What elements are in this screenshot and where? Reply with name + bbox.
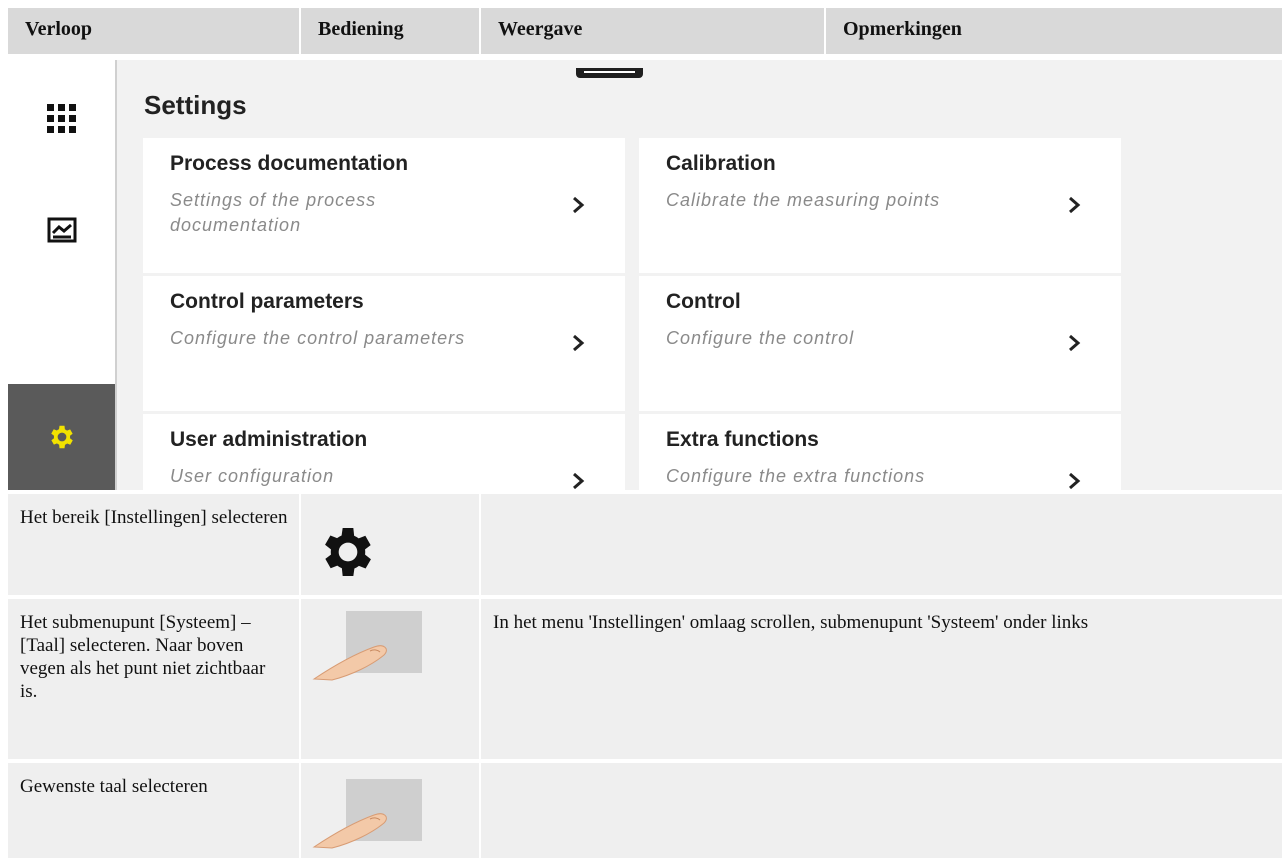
- sidebar-item-apps[interactable]: [8, 88, 115, 150]
- header-verloop: Verloop: [8, 8, 299, 54]
- card-description: Calibrate the measuring points: [666, 190, 941, 210]
- gear-icon: [325, 528, 371, 576]
- sidebar-item-settings[interactable]: [8, 384, 115, 490]
- remark-cell: In het menu 'Instellingen' omlaag scroll…: [481, 599, 1282, 759]
- chevron-right-icon: [573, 196, 585, 214]
- step-select-settings: Het bereik [Instellingen] selecteren: [8, 494, 299, 595]
- chevron-right-icon: [573, 334, 585, 352]
- device-sidebar: [8, 60, 117, 490]
- card-description: Configure the control: [666, 328, 855, 348]
- chevron-right-icon: [573, 472, 585, 490]
- card-user-administration[interactable]: User administration User configuration: [143, 414, 625, 490]
- operation-cell: [301, 599, 479, 759]
- remark-cell: [481, 763, 1282, 858]
- card-description: Settings of the process documentation: [170, 190, 377, 235]
- sidebar-item-chart[interactable]: [8, 200, 115, 262]
- step-select-system-language: Het submenupunt [Systeem] – [Taal] selec…: [8, 599, 299, 759]
- finger-tap-icon: [312, 611, 422, 681]
- pull-down-handle[interactable]: [576, 68, 643, 78]
- operation-cell: [301, 763, 479, 858]
- card-control-parameters[interactable]: Control parameters Configure the control…: [143, 276, 625, 411]
- header-bediening: Bediening: [301, 8, 479, 54]
- chart-icon: [47, 217, 76, 243]
- apps-grid-icon: [46, 104, 76, 133]
- step-select-language: Gewenste taal selecteren: [8, 763, 299, 858]
- card-extra-functions[interactable]: Extra functions Configure the extra func…: [639, 414, 1121, 490]
- chevron-right-icon: [1069, 196, 1081, 214]
- remark-cell: [481, 494, 1282, 595]
- card-title: User administration: [170, 428, 368, 451]
- card-description: Configure the control parameters: [170, 328, 466, 348]
- card-title: Calibration: [666, 152, 776, 175]
- card-title: Process documentation: [170, 152, 409, 175]
- card-calibration[interactable]: Calibration Calibrate the measuring poin…: [639, 138, 1121, 273]
- card-title: Control parameters: [170, 290, 364, 313]
- settings-title: Settings: [144, 90, 247, 120]
- finger-tap-icon: [312, 779, 422, 849]
- card-description: Configure the extra functions: [666, 466, 926, 486]
- operation-cell: [301, 494, 479, 595]
- card-control[interactable]: Control Configure the control: [639, 276, 1121, 411]
- gear-icon: [50, 425, 73, 449]
- card-process-documentation[interactable]: Process documentation Settings of the pr…: [143, 138, 625, 273]
- header-opmerkingen: Opmerkingen: [826, 8, 1282, 54]
- chevron-right-icon: [1069, 334, 1081, 352]
- card-title: Control: [666, 290, 741, 313]
- header-weergave: Weergave: [481, 8, 824, 54]
- card-description: User configuration: [170, 466, 335, 486]
- device-screenshot: Settings Process documentation Settings …: [8, 60, 1282, 490]
- card-title: Extra functions: [666, 428, 819, 451]
- chevron-right-icon: [1069, 472, 1081, 490]
